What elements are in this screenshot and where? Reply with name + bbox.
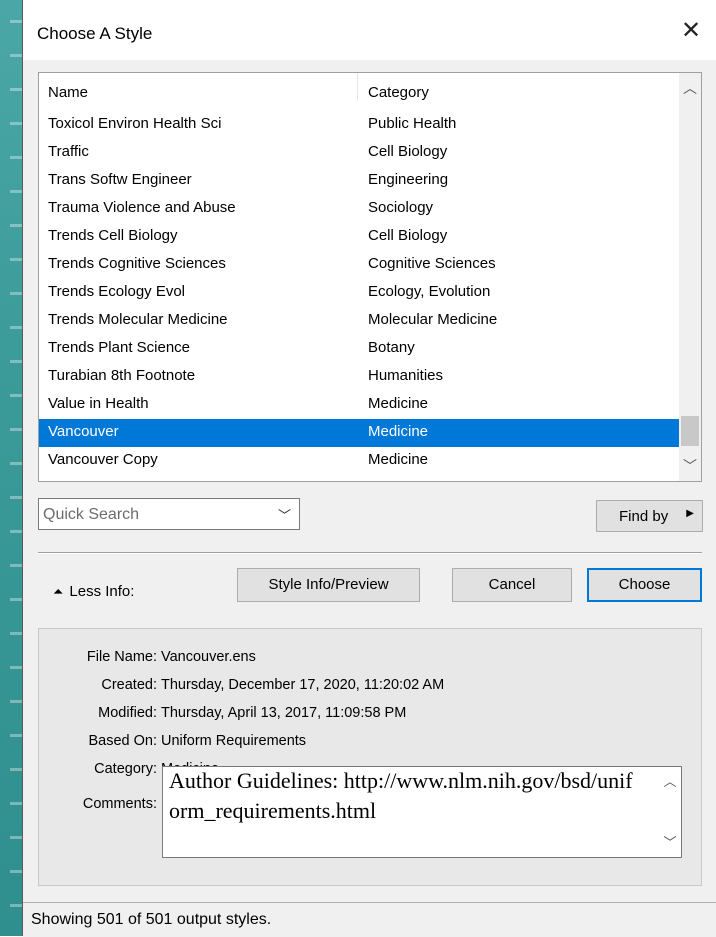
row-category: Cognitive Sciences: [368, 255, 496, 272]
find-by-button[interactable]: Find by ▶: [596, 500, 703, 532]
row-name: Traffic: [48, 143, 89, 160]
list-rows: Toxicol Environ Health Sci Public Health T…: [39, 111, 679, 481]
row-category: Botany: [368, 339, 415, 356]
scroll-up-icon[interactable]: ︿: [679, 77, 701, 99]
triangle-right-icon: ▶: [686, 508, 694, 519]
table-row[interactable]: Trends Molecular Medicine Molecular Medic…: [39, 307, 679, 335]
table-row[interactable]: Turabian 8th Footnote Humanities: [39, 363, 679, 391]
based-on-value: Uniform Requirements: [161, 733, 307, 749]
row-category: Cell Biology: [368, 227, 448, 244]
modified-value: Thursday, April 13, 2017, 11:09:58 PM: [161, 705, 407, 721]
file-name-label: File Name:: [86, 649, 157, 665]
choose-style-dialog: Choose A Style ✕ Name Category Toxicol E…: [22, 0, 716, 937]
row-category: Ecology, Evolution: [368, 283, 491, 300]
table-row[interactable]: Vancouver Medicine: [39, 419, 679, 447]
table-row[interactable]: Toxicol Environ Health Sci Public Health: [39, 111, 679, 139]
title-bar: Choose A Style ✕: [23, 0, 716, 60]
table-row[interactable]: Value in Health Medicine: [39, 391, 679, 419]
table-row[interactable]: Traffic Cell Biology: [39, 139, 679, 167]
cancel-button[interactable]: Cancel: [452, 568, 572, 602]
list-scrollbar[interactable]: ︿ ﹀: [679, 73, 701, 481]
created-value: Thursday, December 17, 2020, 11:20:02 AM: [161, 677, 445, 693]
table-row[interactable]: Trans Softw Engineer Engineering: [39, 167, 679, 195]
table-row[interactable]: Trends Cognitive Sciences Cognitive Scien…: [39, 251, 679, 279]
status-text: Showing 501 of 501 output styles.: [31, 911, 272, 928]
file-name-value: Vancouver.ens: [161, 649, 256, 665]
scroll-up-icon[interactable]: ︿: [659, 771, 681, 790]
dialog-title: Choose A Style: [37, 24, 153, 43]
style-list[interactable]: Name Category Toxicol Environ Health Sci…: [38, 72, 702, 482]
row-category: Molecular Medicine: [368, 311, 498, 328]
background-marks: [10, 20, 22, 920]
created-row: Created: Thursday, December 17, 2020, 11…: [39, 677, 679, 699]
list-header: Name Category: [39, 73, 679, 101]
up-arrow-icon: ⏶: [53, 584, 64, 599]
row-name: Vancouver: [48, 423, 119, 440]
row-name: Vancouver Copy: [48, 451, 158, 468]
choose-button[interactable]: Choose: [587, 568, 702, 602]
modified-label: Modified:: [98, 705, 157, 721]
quick-search-combobox[interactable]: Quick Search ﹀: [38, 498, 300, 530]
comments-text: Author Guidelines: http://www.nlm.nih.go…: [169, 768, 633, 823]
row-category: Medicine: [368, 451, 429, 468]
column-header-name[interactable]: Name: [48, 84, 88, 101]
row-name: Trans Softw Engineer: [48, 171, 192, 188]
scroll-down-icon[interactable]: ﹀: [659, 832, 681, 851]
status-bar: Showing 501 of 501 output styles.: [23, 902, 716, 937]
row-name: Trends Plant Science: [48, 339, 191, 356]
chevron-down-icon[interactable]: ﹀: [278, 505, 291, 524]
row-category: Medicine: [368, 395, 429, 412]
comments-scrollbar[interactable]: ︿ ﹀: [659, 767, 681, 857]
row-name: Trends Molecular Medicine: [48, 311, 228, 328]
category-label: Category:: [94, 761, 157, 777]
row-category: Public Health: [368, 115, 457, 132]
style-info-preview-button[interactable]: Style Info/Preview: [237, 568, 420, 602]
table-row[interactable]: Trends Ecology Evol Ecology, Evolution: [39, 279, 679, 307]
row-category: Humanities: [368, 367, 444, 384]
table-row[interactable]: Vancouver Korean 2012Medicine: [39, 475, 679, 481]
style-info-panel: File Name: Vancouver.ens Created: Thursd…: [38, 628, 702, 886]
based-on-label: Based On:: [88, 733, 157, 749]
row-category: Sociology: [368, 199, 434, 216]
row-name: Trauma Violence and Abuse: [48, 199, 236, 216]
row-name: Trends Ecology Evol: [48, 283, 186, 300]
quick-search-placeholder: Quick Search: [43, 506, 140, 523]
row-category: Engineering: [368, 171, 449, 188]
created-label: Created:: [101, 677, 157, 693]
table-row[interactable]: Trends Cell Biology Cell Biology: [39, 223, 679, 251]
close-icon[interactable]: ✕: [676, 16, 706, 46]
table-row[interactable]: Trends Plant Science Botany: [39, 335, 679, 363]
file-name-row: File Name: Vancouver.ens: [39, 649, 679, 671]
row-name: Value in Health: [48, 395, 149, 412]
less-info-toggle[interactable]: ⏶ Less Info:: [53, 583, 134, 600]
background-window: [0, 0, 22, 936]
comments-label: Comments:: [82, 796, 157, 812]
row-category: Cell Biology: [368, 143, 448, 160]
column-separator: [357, 73, 358, 101]
row-name: Trends Cognitive Sciences: [48, 255, 226, 272]
table-row[interactable]: Vancouver Copy Medicine: [39, 447, 679, 475]
row-name: Toxicol Environ Health Sci: [48, 115, 222, 132]
scroll-thumb[interactable]: [681, 416, 699, 446]
find-by-label: Find by: [619, 508, 669, 525]
modified-row: Modified: Thursday, April 13, 2017, 11:0…: [39, 705, 679, 727]
less-info-label: Less Info:: [69, 583, 135, 600]
divider: [38, 552, 702, 554]
scroll-down-icon[interactable]: ﹀: [679, 455, 701, 477]
comments-textarea[interactable]: Author Guidelines: http://www.nlm.nih.go…: [162, 766, 682, 858]
based-on-row: Based On: Uniform Requirements: [39, 733, 679, 755]
row-category: Medicine: [368, 423, 429, 440]
column-header-category[interactable]: Category: [368, 84, 429, 101]
row-name: Trends Cell Biology: [48, 227, 178, 244]
table-row[interactable]: Trauma Violence and Abuse Sociology: [39, 195, 679, 223]
row-name: Turabian 8th Footnote: [48, 367, 196, 384]
